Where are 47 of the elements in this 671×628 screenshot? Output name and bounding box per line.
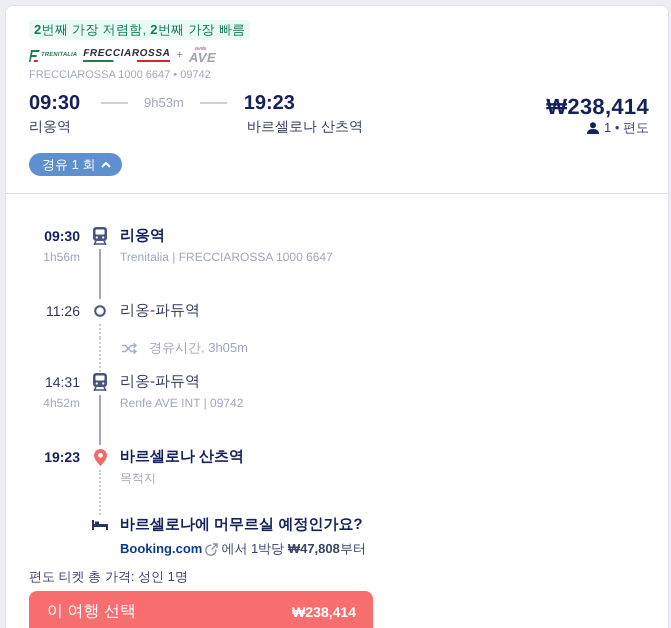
station-name: 리옹-파듀역: [120, 372, 200, 392]
station-name: 리옹역: [120, 226, 165, 246]
train-icon: [93, 227, 107, 245]
operator-logo: FRECCIAROSSA: [83, 48, 170, 62]
stop-ring-icon: [94, 305, 106, 317]
person-icon: [586, 122, 599, 134]
leg-duration: 1h56m: [43, 249, 80, 265]
train-service: Trenitalia | FRECCIAROSSA 1000 6647: [120, 249, 333, 265]
external-link-icon: [205, 542, 218, 556]
station-name: 바르셀로나 산츠역: [120, 447, 244, 467]
train-icon: [93, 373, 107, 391]
event-time: 19:23: [44, 448, 80, 467]
booking-link[interactable]: Booking.com: [120, 541, 202, 557]
duration-line: [200, 102, 227, 104]
passenger-info: 1 • 편도: [604, 119, 649, 137]
trip-price: ₩238,414: [546, 95, 649, 119]
event-time: 09:30: [44, 227, 80, 246]
timeline-line: [99, 249, 101, 299]
departure-time: 09:30: [29, 91, 82, 115]
select-trip-button[interactable]: 이 여행 선택 ₩238,414: [29, 591, 373, 628]
plus-sign: +: [176, 49, 183, 61]
event-time: 11:26: [46, 302, 80, 321]
departure-station: 리옹역: [29, 117, 72, 135]
total-price-label: 편도 티켓 총 가격: 성인 1명: [29, 568, 188, 586]
timeline-line: [99, 470, 101, 515]
duration-line: [101, 102, 128, 104]
layover-time: 경유시간, 3h05m: [149, 340, 248, 356]
hotel-offer: 에서 1박당 ₩47,808부터: [221, 541, 366, 557]
station-name: 리옹-파듀역: [120, 301, 200, 321]
train-service: Renfe AVE INT | 09742: [120, 395, 244, 411]
destination-label: 목적지: [120, 470, 156, 486]
bed-icon: [92, 520, 108, 530]
shuffle-icon: [122, 342, 137, 354]
timeline-line: [99, 395, 101, 445]
arrival-time: 19:23: [244, 91, 295, 115]
operator-logo: AVE: [188, 52, 216, 63]
stops-toggle[interactable]: 경유 1 회: [29, 153, 122, 176]
event-time: 14:31: [44, 373, 80, 392]
hotel-prompt: 바르셀로나에 머무르실 예정인가요?: [120, 515, 362, 535]
arrival-station: 바르셀로나 산츠역: [247, 117, 363, 135]
rank-badge: 2번째 가장 저렴함, 2번째 가장 빠름: [29, 20, 250, 40]
location-pin-icon: [94, 448, 106, 466]
trip-duration: 9h53m: [143, 95, 185, 111]
leg-duration: 4h52m: [43, 395, 80, 411]
train-number: FRECCIAROSSA 1000 6647 • 09742: [29, 68, 211, 82]
chevron-icon: [101, 162, 112, 168]
brand-mark-icon: [29, 48, 40, 62]
